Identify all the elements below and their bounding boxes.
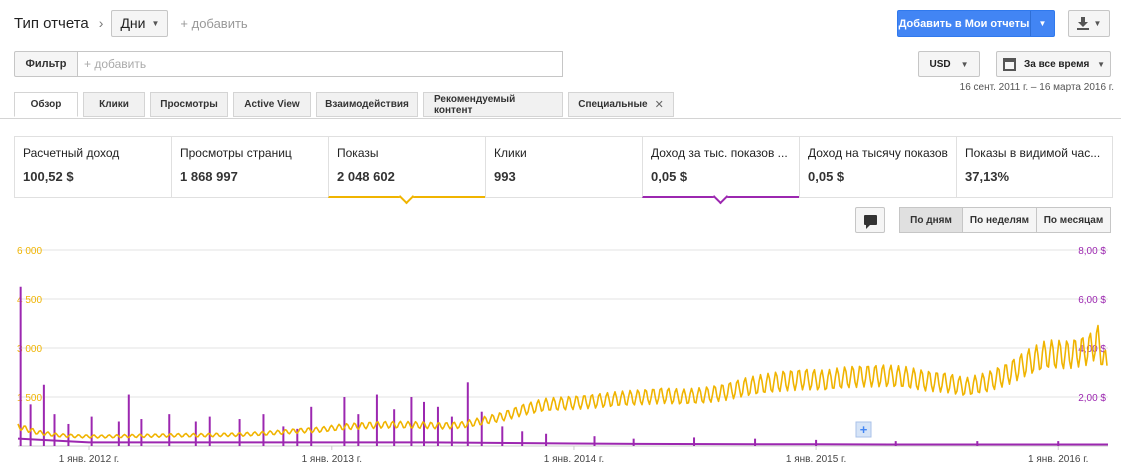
metric-value: 2 048 602 [337, 169, 395, 184]
by-week-button[interactable]: По неделям [962, 207, 1037, 233]
y-right-tick-label: 6,00 $ [1078, 295, 1106, 306]
granularity-dropdown[interactable]: Дни ▼ [111, 9, 169, 37]
metric-card-clicks[interactable]: Клики 993 [485, 136, 642, 198]
x-tick-label: 1 янв. 2015 г. [786, 454, 846, 465]
add-to-my-reports-label: Добавить в Мои отчеты [898, 17, 1030, 30]
granularity-toggle: По дням По неделям По месяцам [899, 207, 1111, 233]
caret-down-icon: ▼ [960, 59, 969, 69]
period-dropdown[interactable]: За все время ▼ [996, 51, 1111, 77]
granularity-value: Дни [120, 15, 146, 31]
tab-pageviews[interactable]: Просмотры [150, 92, 228, 117]
metric-card-pageviews[interactable]: Просмотры страниц 1 868 997 [171, 136, 328, 198]
metric-value: 993 [494, 169, 516, 184]
filter-label[interactable]: Фильтр [14, 51, 78, 77]
currency-value: USD [929, 58, 951, 70]
metric-name: Клики [494, 146, 527, 160]
metric-card-viewability[interactable]: Показы в видимой час... 37,13% [956, 136, 1113, 198]
metric-card-estimated-earnings[interactable]: Расчетный доход 100,52 $ [14, 136, 171, 198]
caret-down-icon: ▼ [1097, 59, 1105, 69]
tab-engagement[interactable]: Взаимодействия [316, 92, 418, 117]
series-line [17, 437, 1108, 446]
metric-card-impression-rpm[interactable]: Доход за тыс. показов ... 0,05 $ [642, 136, 799, 205]
tab-label: Взаимодействия [325, 99, 409, 110]
selected-indicator [712, 188, 729, 205]
calendar-icon [1003, 57, 1016, 71]
report-tabs: Обзор Клики Просмотры Active View Взаимо… [14, 92, 674, 117]
add-annotation-icon[interactable]: + [855, 421, 872, 438]
by-day-button[interactable]: По дням [899, 207, 963, 233]
selected-indicator [398, 188, 415, 205]
y-left-tick-label: 6 000 [17, 246, 42, 257]
filter-input[interactable]: + добавить [78, 51, 563, 77]
close-icon[interactable]: ✕ [655, 98, 664, 111]
download-button[interactable]: ▼ [1068, 10, 1110, 37]
chevron-right-icon: › [98, 15, 104, 31]
metric-value: 37,13% [965, 169, 1010, 184]
metric-name: Доход на тысячу показов [808, 146, 948, 160]
caret-down-icon[interactable]: ▼ [1030, 11, 1054, 36]
comment-icon [863, 215, 877, 229]
x-tick-label: 1 янв. 2012 г. [59, 454, 119, 465]
tabs-divider [0, 118, 1121, 119]
currency-dropdown[interactable]: USD ▼ [918, 51, 980, 77]
filter-bar: Фильтр + добавить [14, 51, 563, 77]
caret-down-icon: ▼ [151, 18, 160, 28]
tab-label: Просмотры [160, 99, 218, 110]
tab-overview[interactable]: Обзор [14, 92, 78, 117]
download-icon [1076, 17, 1089, 30]
by-month-button[interactable]: По месяцам [1036, 207, 1111, 233]
tab-active-view[interactable]: Active View [233, 92, 311, 117]
report-type-header: Тип отчета › Дни ▼ + добавить [14, 8, 248, 38]
tab-label: Обзор [30, 99, 62, 110]
x-tick-label: 1 янв. 2013 г. [302, 454, 362, 465]
metric-value: 0,05 $ [651, 169, 688, 184]
metric-value: 0,05 $ [808, 169, 845, 184]
report-type-title: Тип отчета [14, 14, 89, 32]
metrics-bar: Расчетный доход 100,52 $ Просмотры стран… [14, 136, 1113, 205]
tab-label: Клики [99, 99, 129, 110]
metric-name: Показы в видимой час... [965, 146, 1101, 160]
add-to-my-reports-button[interactable]: Добавить в Мои отчеты ▼ [897, 10, 1055, 37]
tab-clicks[interactable]: Клики [83, 92, 145, 117]
y-right-tick-label: 2,00 $ [1078, 393, 1106, 404]
date-range-label: 16 сент. 2011 г. – 16 марта 2016 г. [959, 82, 1114, 93]
y-right-tick-label: 8,00 $ [1078, 246, 1106, 257]
tab-label: Active View [244, 99, 300, 110]
period-value: За все время [1024, 58, 1090, 70]
tab-label: Специальные [578, 99, 648, 110]
metric-name: Показы [337, 146, 379, 160]
series-line [17, 324, 1108, 439]
x-tick-label: 1 янв. 2016 г. [1028, 454, 1088, 465]
metric-name: Расчетный доход [23, 146, 120, 160]
tab-custom[interactable]: Специальные ✕ [568, 92, 674, 117]
add-dimension-link[interactable]: + добавить [180, 16, 247, 31]
metric-value: 1 868 997 [180, 169, 238, 184]
tab-recommended-content[interactable]: Рекомендуемый контент [423, 92, 563, 117]
metric-card-impressions[interactable]: Показы 2 048 602 [328, 136, 485, 205]
tab-label: Рекомендуемый контент [434, 93, 516, 116]
metric-name: Просмотры страниц [180, 146, 292, 160]
performance-chart: 6 0004 5003 0001 5008,00 $6,00 $4,00 $2,… [17, 246, 1108, 465]
metric-card-rpm[interactable]: Доход на тысячу показов 0,05 $ [799, 136, 956, 198]
annotations-button[interactable] [855, 207, 885, 233]
svg-text:+: + [860, 422, 868, 437]
caret-down-icon: ▼ [1093, 19, 1102, 28]
metric-value: 100,52 $ [23, 169, 74, 184]
metric-name: Доход за тыс. показов ... [651, 146, 788, 160]
x-tick-label: 1 янв. 2014 г. [544, 454, 604, 465]
